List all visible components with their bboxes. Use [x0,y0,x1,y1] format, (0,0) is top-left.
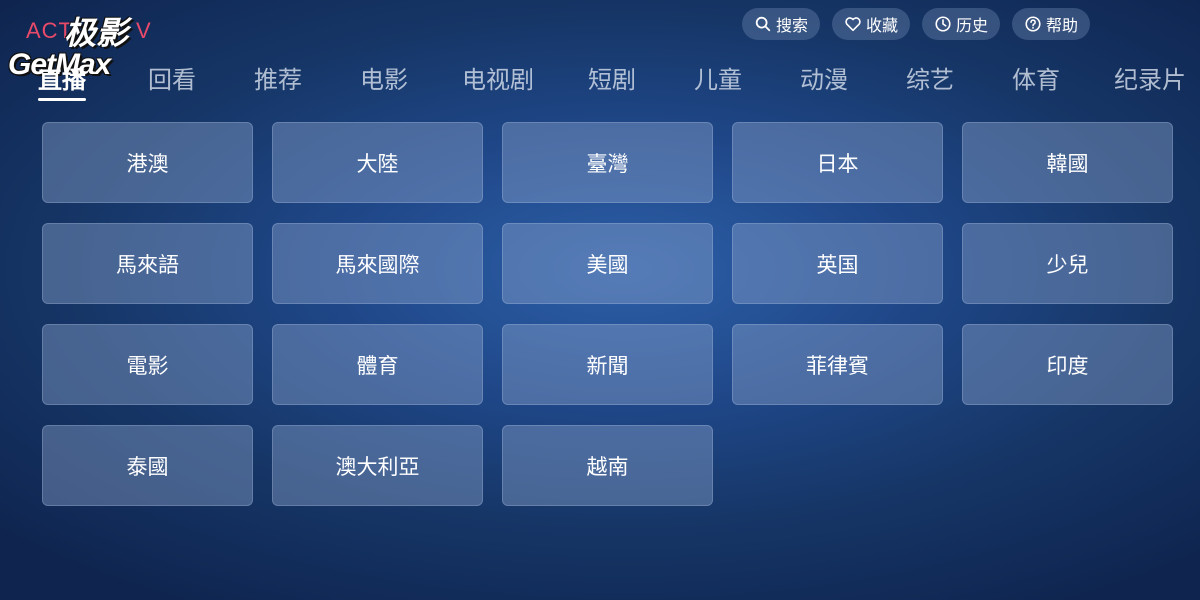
clock-icon [935,16,951,32]
category-tabs: 直播 回看 推荐 电影 电视剧 短剧 儿童 动漫 综艺 体育 纪录片 [0,62,1200,102]
channel-australia[interactable]: 澳大利亞 [272,425,483,506]
tab-anime[interactable]: 动漫 [800,62,848,98]
tab-kids[interactable]: 儿童 [694,62,742,98]
channel-kids[interactable]: 少兒 [962,223,1173,304]
tab-movies[interactable]: 电影 [360,62,408,98]
channel-philippines[interactable]: 菲律賓 [732,324,943,405]
channel-usa[interactable]: 美國 [502,223,713,304]
help-button-label: 帮助 [1046,16,1079,35]
channel-hk-macau[interactable]: 港澳 [42,122,253,203]
favorites-button[interactable]: 收藏 [832,8,911,40]
tab-sports[interactable]: 体育 [1012,62,1060,98]
channel-malay[interactable]: 馬來語 [42,223,253,304]
tab-variety[interactable]: 综艺 [906,62,954,98]
help-icon [1025,16,1041,32]
tab-documentary[interactable]: 纪录片 [1114,62,1186,98]
tab-playback[interactable]: 回看 [148,62,196,98]
logo-brand-suffix: V [136,18,151,43]
channel-japan[interactable]: 日本 [732,122,943,203]
channel-sports[interactable]: 體育 [272,324,483,405]
history-button[interactable]: 历史 [922,8,1001,40]
channel-news[interactable]: 新聞 [502,324,713,405]
channel-taiwan[interactable]: 臺灣 [502,122,713,203]
heart-icon [845,17,861,32]
tab-tv-series[interactable]: 电视剧 [462,62,534,98]
help-button[interactable]: 帮助 [1012,8,1091,40]
tab-short-drama[interactable]: 短剧 [588,62,636,98]
channel-uk[interactable]: 英国 [732,223,943,304]
channel-korea[interactable]: 韓國 [962,122,1173,203]
search-button[interactable]: 搜索 [742,8,821,40]
channel-mainland[interactable]: 大陸 [272,122,483,203]
search-button-label: 搜索 [776,16,809,35]
channel-movies[interactable]: 電影 [42,324,253,405]
history-button-label: 历史 [956,16,989,35]
top-actions-bar: 搜索 收藏 历史 帮助 [742,8,1091,40]
tab-live[interactable]: 直播 [38,62,86,101]
search-icon [755,16,771,32]
channel-grid: 港澳 大陸 臺灣 日本 韓國 馬來語 馬來國際 美國 英国 少兒 電影 體育 新… [42,122,1173,506]
channel-india[interactable]: 印度 [962,324,1173,405]
favorites-button-label: 收藏 [866,16,899,35]
channel-malaysia-intl[interactable]: 馬來國際 [272,223,483,304]
channel-thailand[interactable]: 泰國 [42,425,253,506]
channel-vietnam[interactable]: 越南 [502,425,713,506]
tab-recommended[interactable]: 推荐 [254,62,302,98]
